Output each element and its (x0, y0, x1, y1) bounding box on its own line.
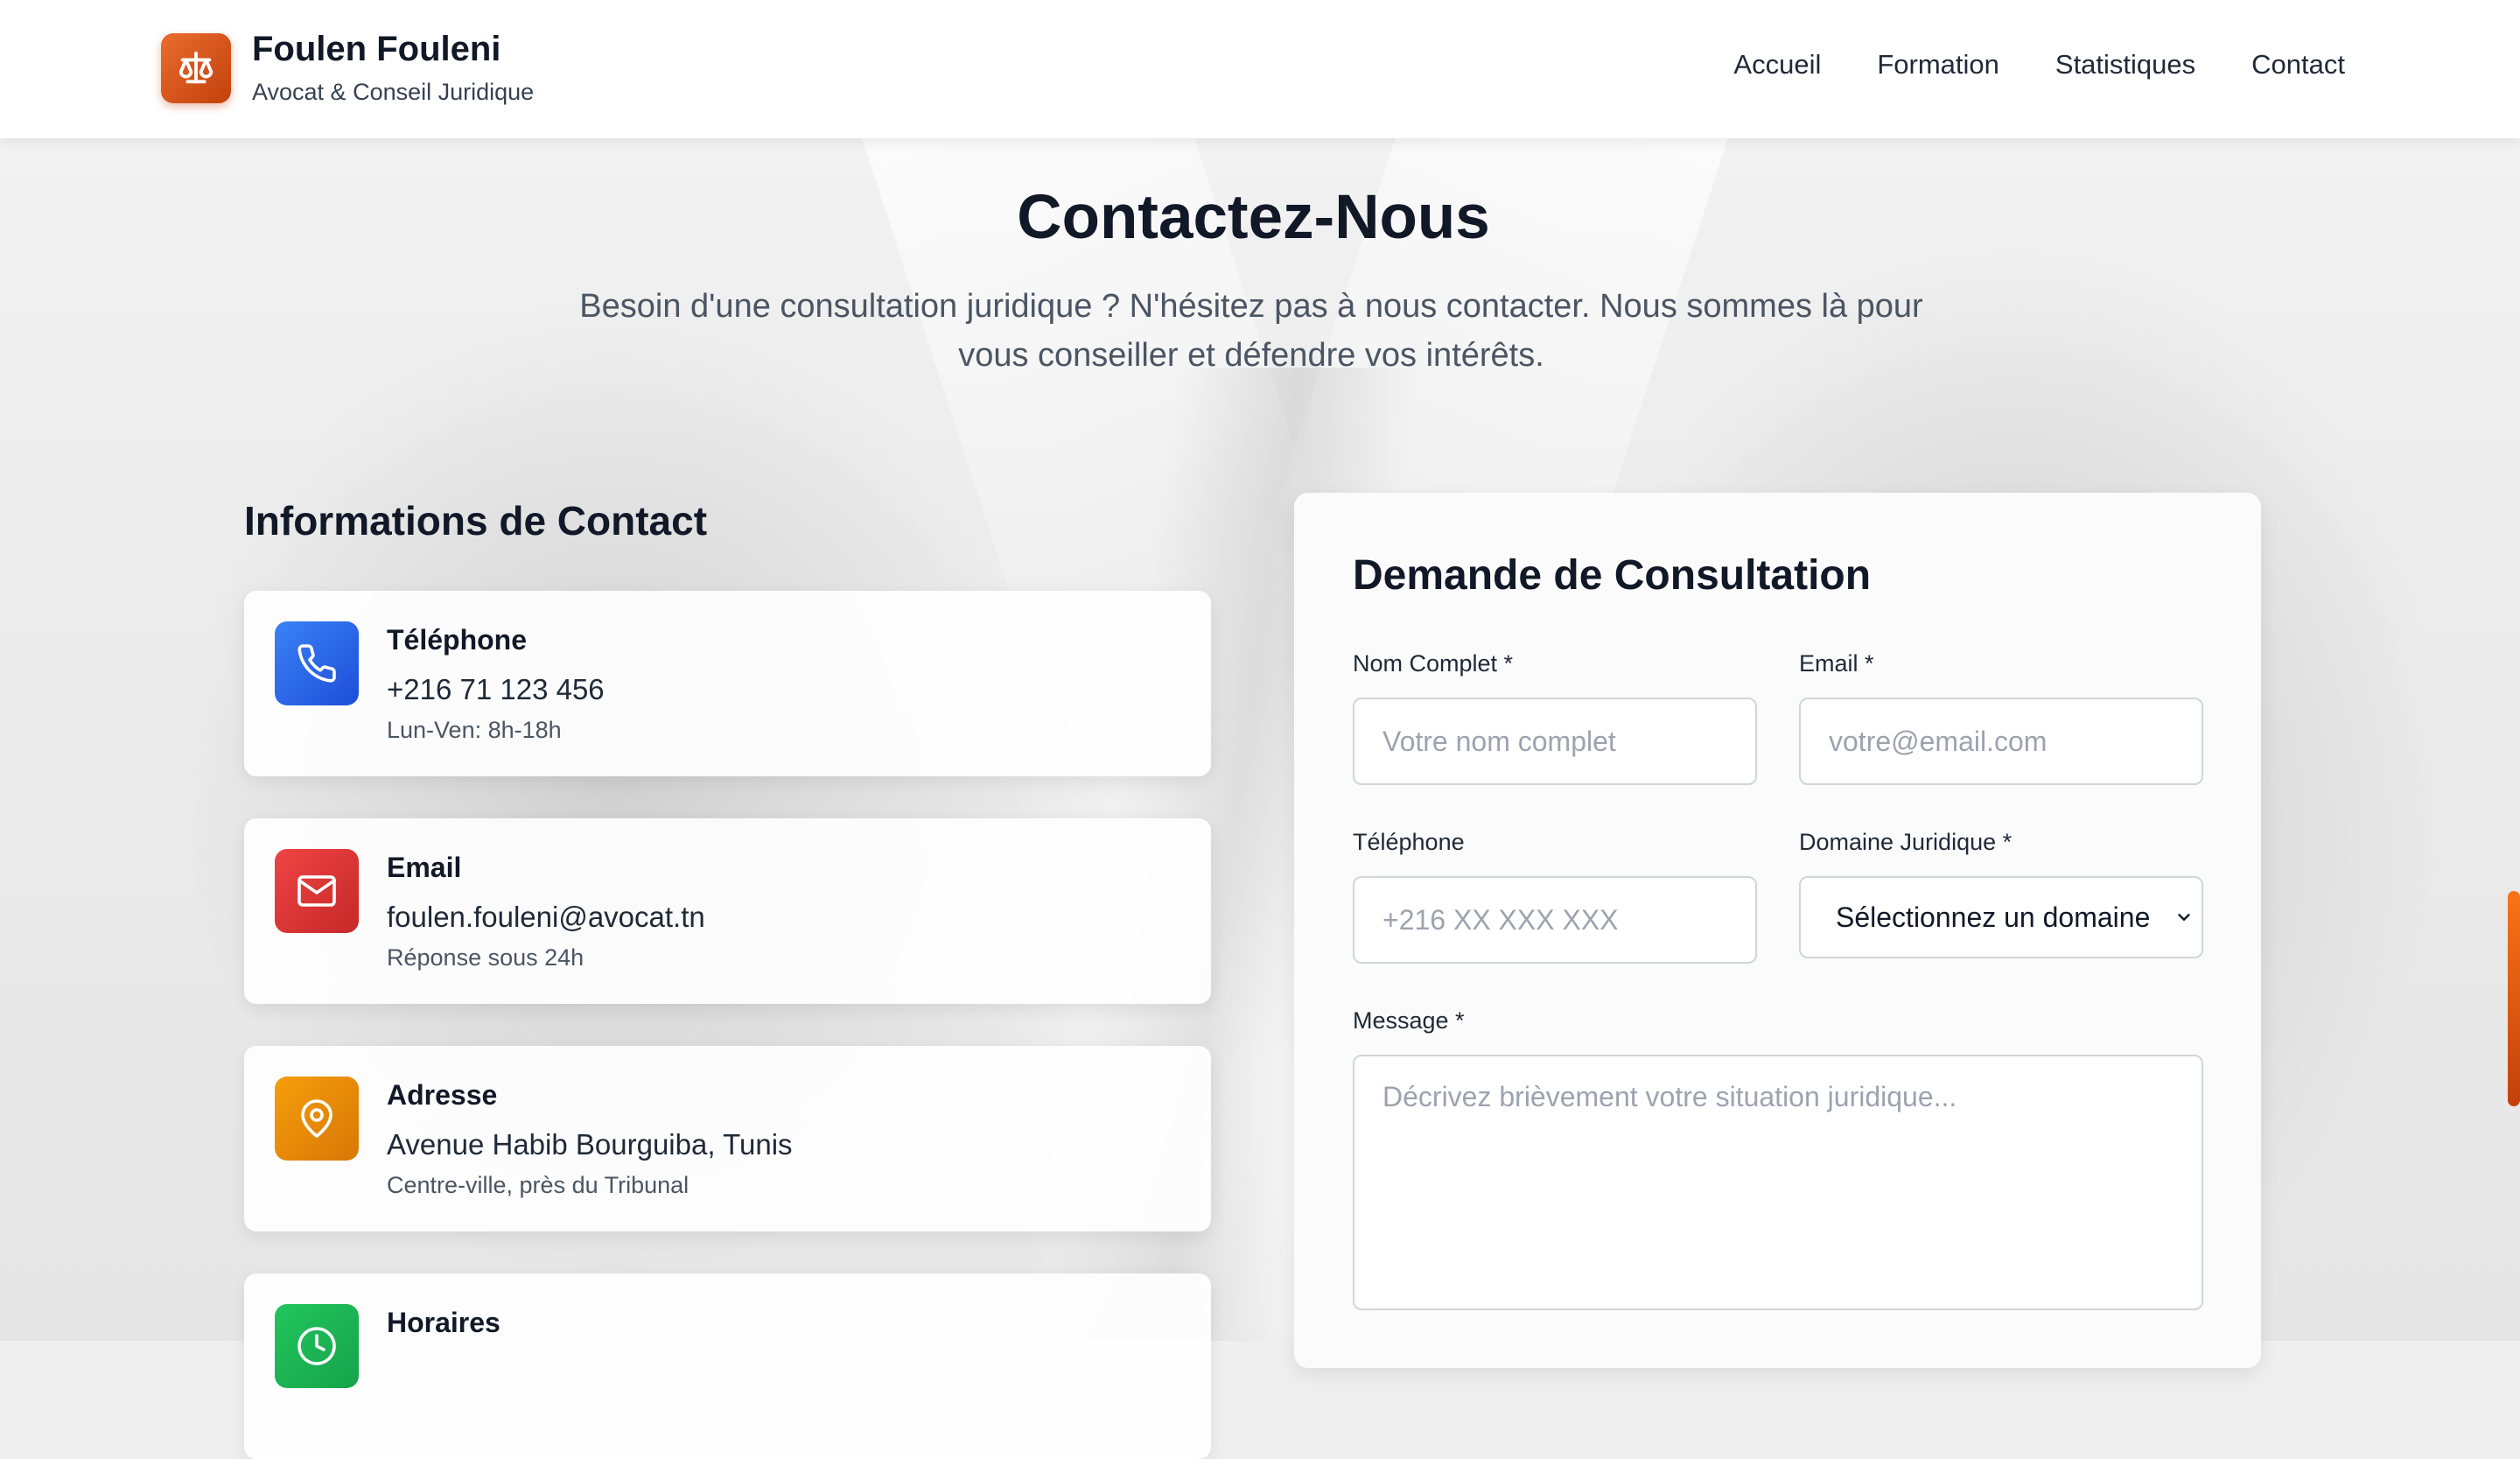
contact-card-email: Email foulen.fouleni@avocat.tn Réponse s… (244, 818, 1211, 1004)
contact-label: Email (387, 852, 462, 883)
nav-link-formation[interactable]: Formation (1877, 49, 1999, 81)
page-description: Besoin d'une consultation juridique ? N'… (579, 288, 1923, 374)
form-title: Demande de Consultation (1353, 552, 1872, 599)
domain-select[interactable]: Sélectionnez un domaine (1799, 876, 2203, 958)
email-label: Email * (1799, 650, 1874, 677)
domain-select-value: Sélectionnez un domaine (1836, 901, 2151, 933)
clock-icon (298, 1327, 336, 1365)
site-header: Foulen Fouleni Avocat & Conseil Juridiqu… (0, 0, 2520, 138)
contact-subtext: Réponse sous 24h (387, 944, 584, 971)
contact-value: Avenue Habib Bourguiba, Tunis (387, 1128, 793, 1161)
mail-icon-tile (275, 849, 359, 933)
scales-icon (178, 51, 214, 84)
domain-label: Domaine Juridique * (1799, 829, 2012, 855)
contact-card-hours: Horaires (244, 1273, 1211, 1459)
contact-label: Adresse (387, 1079, 498, 1111)
message-label: Message * (1353, 1007, 1465, 1034)
nav-link-statistiques[interactable]: Statistiques (2055, 49, 2195, 81)
message-textarea[interactable] (1353, 1055, 2203, 1310)
scrollbar-thumb[interactable] (2508, 891, 2520, 1106)
contact-card-phone: Téléphone +216 71 123 456 Lun-Ven: 8h-18… (244, 591, 1211, 776)
main-nav: Accueil Formation Statistiques Contact (1733, 49, 2345, 81)
chevron-down-icon (2166, 908, 2202, 927)
contact-subtext: Lun-Ven: 8h-18h (387, 717, 562, 743)
contact-subtext: Centre-ville, près du Tribunal (387, 1172, 690, 1198)
logo[interactable] (161, 33, 231, 103)
phone-icon-tile (275, 621, 359, 705)
contact-info-title: Informations de Contact (244, 498, 708, 544)
name-label: Nom Complet * (1353, 650, 1514, 677)
contact-card-address: Adresse Avenue Habib Bourguiba, Tunis Ce… (244, 1046, 1211, 1231)
nav-link-contact[interactable]: Contact (2251, 49, 2345, 81)
phone-input[interactable] (1353, 876, 1757, 964)
name-input[interactable] (1353, 698, 1757, 785)
contact-label: Horaires (387, 1307, 500, 1338)
phone-icon (298, 644, 336, 683)
brand-subtitle: Avocat & Conseil Juridique (252, 79, 535, 105)
nav-link-accueil[interactable]: Accueil (1733, 49, 1821, 81)
map-pin-icon (301, 1099, 332, 1138)
contact-value[interactable]: foulen.fouleni@avocat.tn (387, 901, 705, 934)
phone-label: Téléphone (1353, 829, 1465, 855)
map-pin-icon-tile (275, 1077, 359, 1161)
mail-icon (298, 875, 336, 907)
clock-icon-tile (275, 1304, 359, 1388)
email-input[interactable] (1799, 698, 2203, 785)
brand-name: Foulen Fouleni (252, 30, 501, 68)
contact-label: Téléphone (387, 624, 528, 656)
page-title: Contactez-Nous (1017, 183, 1490, 252)
consultation-form: Demande de Consultation Nom Complet * Em… (1294, 493, 2261, 1368)
contact-value[interactable]: +216 71 123 456 (387, 673, 605, 706)
